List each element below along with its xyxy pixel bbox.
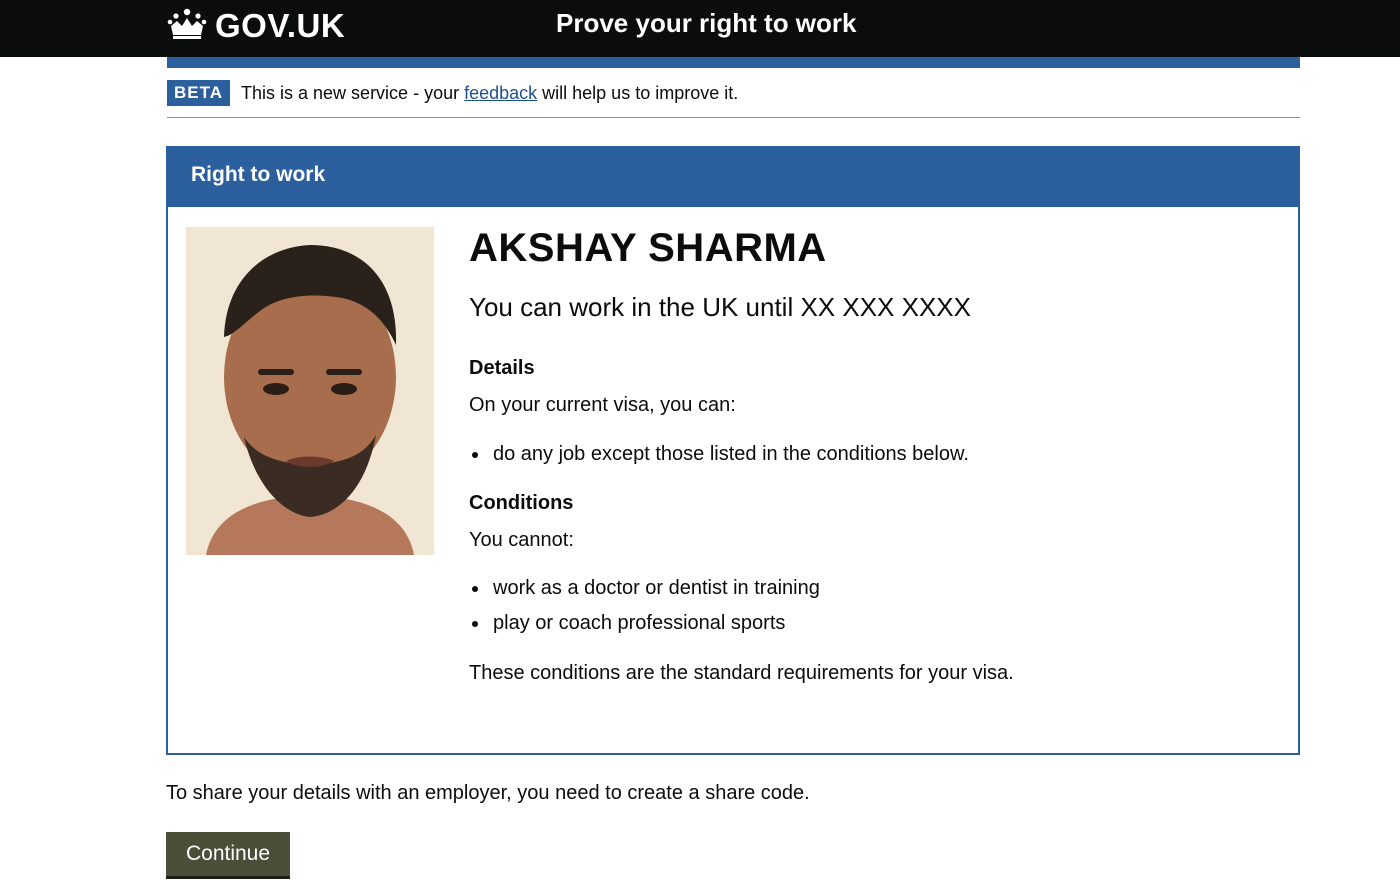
phase-banner-text: This is a new service - your feedback wi… — [241, 80, 738, 106]
site-header: GOV.UK Prove your right to work — [0, 0, 1400, 57]
person-photo — [186, 227, 434, 555]
crown-icon — [167, 7, 207, 46]
conditions-list: work as a doctor or dentist in training … — [469, 571, 1269, 641]
details-heading: Details — [469, 357, 535, 379]
card-title: Right to work — [168, 148, 1298, 207]
phase-banner: BETA This is a new service - your feedba… — [167, 80, 1300, 118]
beta-tag: BETA — [167, 80, 231, 106]
list-item: do any job except those listed in the co… — [469, 437, 1269, 472]
card-content: AKSHAY SHARMA You can work in the UK unt… — [469, 224, 1269, 687]
conditions-heading: Conditions — [469, 492, 574, 514]
phase-text-after: will help us to improve it. — [537, 83, 739, 103]
feedback-link[interactable]: feedback — [464, 83, 537, 103]
govuk-logo-link[interactable]: GOV.UK — [167, 6, 345, 46]
details-list: do any job except those listed in the co… — [469, 437, 1269, 472]
phase-text-before: This is a new service - your — [241, 83, 465, 103]
logo-text: GOV.UK — [215, 7, 346, 44]
list-item: work as a doctor or dentist in training — [469, 571, 1269, 606]
conditions-footer: These conditions are the standard requir… — [469, 662, 1014, 684]
details-intro: On your current visa, you can: — [469, 394, 736, 416]
header-accent-bar — [167, 57, 1300, 68]
conditions-intro: You cannot: — [469, 529, 574, 551]
person-name: AKSHAY SHARMA — [469, 226, 827, 270]
work-until-text: You can work in the UK until XX XXX XXXX — [469, 292, 971, 322]
service-name[interactable]: Prove your right to work — [556, 8, 857, 39]
continue-button[interactable]: Continue — [166, 832, 290, 879]
right-to-work-card: Right to work AKSHAY SHARMA You can work… — [166, 146, 1300, 755]
share-code-text: To share your details with an employer, … — [166, 782, 810, 804]
list-item: play or coach professional sports — [469, 606, 1269, 641]
